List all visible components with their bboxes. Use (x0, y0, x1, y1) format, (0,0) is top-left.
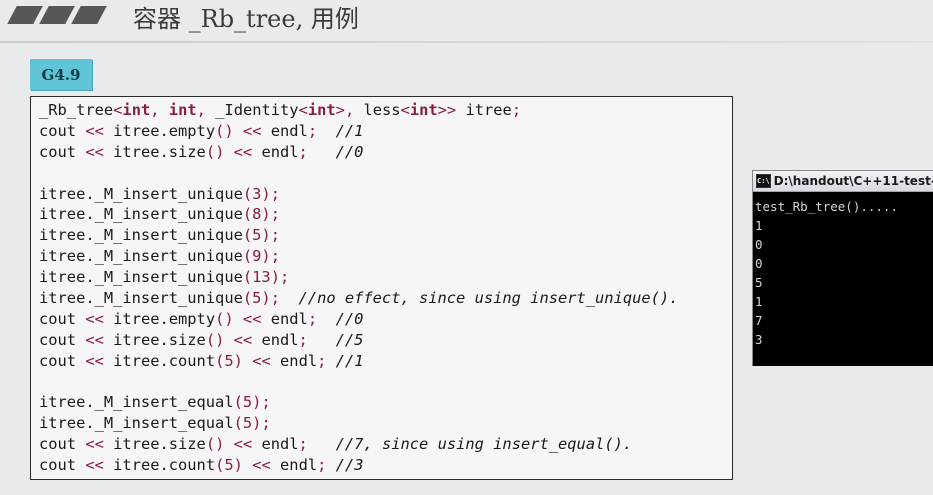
console-line: 0 (755, 237, 763, 252)
code-line: cout << itree.size() << endl; //7, since… (39, 435, 633, 454)
slide-title: 容器 _Rb_tree, 用例 (133, 5, 359, 33)
console-line: 1 (755, 294, 763, 309)
code-line: cout << itree.size() << endl; //0 (39, 142, 364, 161)
console-line: 3 (755, 332, 763, 347)
version-badge: G4.9 (30, 59, 92, 90)
code-line: itree._M_insert_unique(8); (39, 205, 280, 224)
console-line: test_Rb_tree()..... (755, 199, 898, 214)
code-line: itree._M_insert_unique(5); (39, 226, 280, 245)
console-title-text: D:\handout\C++11-test- (773, 174, 933, 188)
code-line: cout << itree.empty() << endl; //1 (39, 121, 364, 140)
console-title-bar[interactable]: C:\ D:\handout\C++11-test- (753, 171, 933, 192)
console-line: 1 (755, 218, 763, 233)
console-line: 5 (755, 275, 763, 290)
code-line: itree._M_insert_unique(13); (39, 268, 290, 287)
code-line: cout << itree.size() << endl; //5 (39, 330, 364, 349)
code-line: cout << itree.empty() << endl; //0 (39, 309, 364, 328)
console-window: C:\ D:\handout\C++11-test- test_Rb_tree(… (752, 170, 933, 366)
code-line: cout << itree.count(5) << endl; //3 (39, 456, 364, 475)
code-block: _Rb_tree<int, int, _Identity<int>, less<… (30, 96, 733, 480)
code-line: itree._M_insert_equal(5); (39, 414, 271, 433)
code-listing: _Rb_tree<int, int, _Identity<int>, less<… (39, 100, 678, 476)
console-output: test_Rb_tree()..... 1 0 0 5 1 7 3 (753, 192, 933, 349)
code-line: _Rb_tree<int, int, _Identity<int>, less<… (39, 101, 522, 119)
code-line: itree._M_insert_unique(3); (39, 184, 280, 203)
title-divider (0, 41, 933, 43)
code-line: itree._M_insert_unique(5); //no effect, … (39, 289, 679, 308)
code-line: itree._M_insert_equal(5); (39, 393, 271, 412)
console-line: 0 (755, 256, 763, 271)
console-line: 7 (755, 313, 763, 328)
console-icon: C:\ (756, 174, 771, 188)
code-line: itree._M_insert_unique(9); (39, 247, 280, 266)
code-line: cout << itree.count(5) << endl; //1 (39, 351, 364, 370)
